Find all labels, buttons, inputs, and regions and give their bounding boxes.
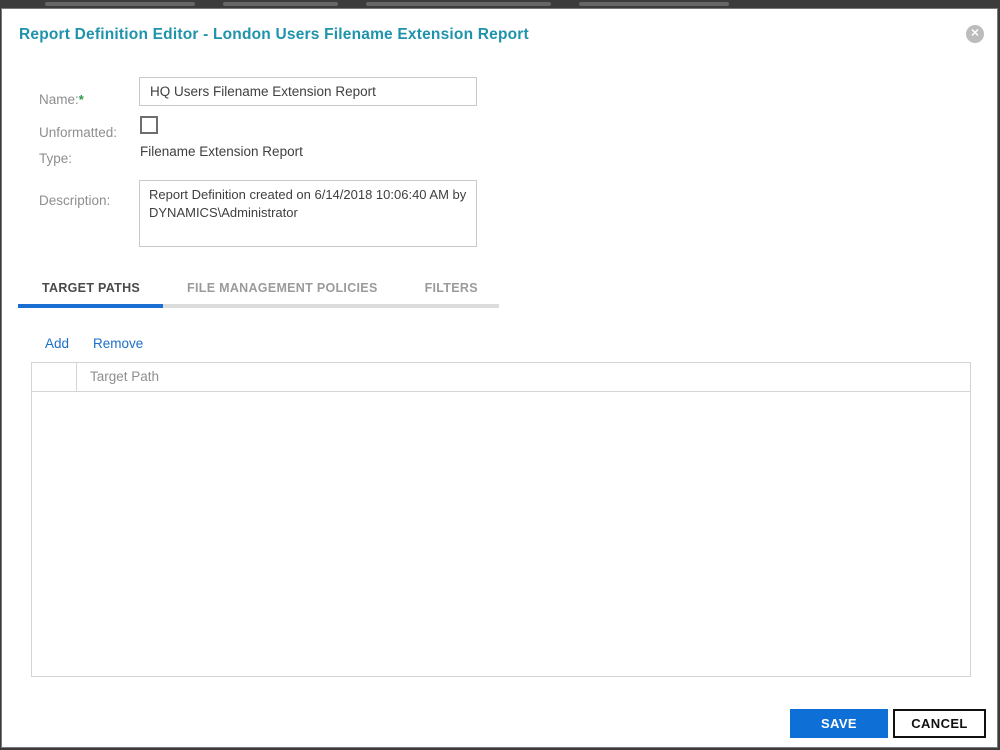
save-button[interactable]: SAVE xyxy=(790,709,888,738)
background-text-fragment xyxy=(579,2,729,6)
tab-file-management-policies[interactable]: FILE MANAGEMENT POLICIES xyxy=(187,281,378,295)
background-text-fragment xyxy=(223,2,338,6)
unformatted-label: Unformatted: xyxy=(39,125,118,140)
name-input[interactable] xyxy=(139,77,477,106)
tab-filters[interactable]: FILTERS xyxy=(425,281,478,295)
target-paths-toolbar: Add Remove xyxy=(45,336,143,351)
description-textarea[interactable]: Report Definition created on 6/14/2018 1… xyxy=(139,180,477,247)
table-body-empty xyxy=(32,392,970,677)
required-marker: * xyxy=(78,92,84,107)
background-text-fragment xyxy=(366,2,551,6)
column-header-select xyxy=(32,363,77,391)
report-definition-editor-dialog: Report Definition Editor - London Users … xyxy=(1,8,998,748)
target-paths-table: Target Path xyxy=(31,362,971,677)
tab-underline xyxy=(18,304,499,308)
add-link[interactable]: Add xyxy=(45,336,69,351)
close-icon: ✕ xyxy=(970,27,980,39)
cancel-button[interactable]: CANCEL xyxy=(893,709,986,738)
description-label: Description: xyxy=(39,193,111,208)
background-page-edge xyxy=(0,0,1000,8)
tab-strip: TARGET PATHS FILE MANAGEMENT POLICIES FI… xyxy=(42,281,478,295)
type-value: Filename Extension Report xyxy=(140,144,303,159)
remove-link[interactable]: Remove xyxy=(93,336,143,351)
background-text-fragment xyxy=(45,2,195,6)
close-button[interactable]: ✕ xyxy=(966,25,984,43)
name-label: Name:* xyxy=(39,92,84,107)
tab-target-paths[interactable]: TARGET PATHS xyxy=(42,281,140,295)
active-tab-indicator xyxy=(18,304,163,308)
dialog-title: Report Definition Editor - London Users … xyxy=(19,26,529,43)
type-label: Type: xyxy=(39,151,73,166)
column-header-target-path: Target Path xyxy=(90,369,160,384)
unformatted-checkbox[interactable] xyxy=(140,116,158,134)
table-header-row: Target Path xyxy=(32,363,970,392)
